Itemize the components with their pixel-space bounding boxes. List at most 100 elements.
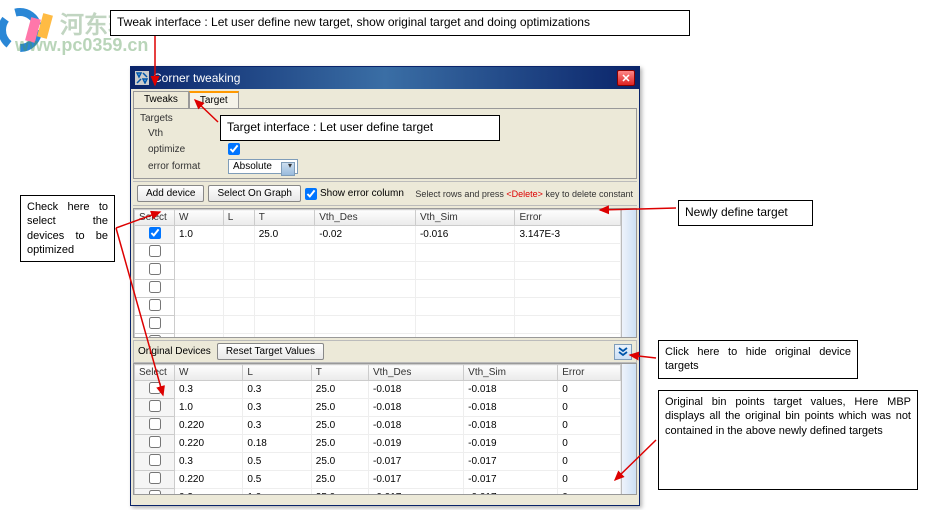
cell-t[interactable]: 25.0 (311, 399, 368, 417)
row-select-checkbox[interactable] (149, 317, 161, 329)
reset-target-values-button[interactable]: Reset Target Values (217, 343, 324, 360)
cell-l[interactable]: 0.5 (243, 471, 311, 489)
col-w[interactable]: W (175, 210, 224, 226)
cell-t[interactable]: 25.0 (311, 453, 368, 471)
cell-w[interactable]: 0.220 (175, 435, 243, 453)
cell-error[interactable]: 0 (558, 471, 621, 489)
cell-l[interactable]: 0.3 (243, 381, 311, 399)
table-row[interactable]: 0.3 0.3 25.0 -0.018 -0.018 0 (135, 381, 621, 399)
table-row[interactable]: 0.220 0.3 25.0 -0.018 -0.018 0 (135, 417, 621, 435)
cell-l[interactable]: 0.18 (243, 435, 311, 453)
show-error-column-checkbox[interactable] (305, 188, 317, 200)
cell-error[interactable]: 3.147E-3 (515, 226, 621, 244)
cell-vthdes[interactable]: -0.018 (368, 381, 463, 399)
orig-table-scrollbar[interactable] (621, 364, 636, 494)
row-select-checkbox[interactable] (149, 490, 161, 494)
cell-vthdes[interactable]: -0.018 (368, 417, 463, 435)
col-error[interactable]: Error (515, 210, 621, 226)
cell-t[interactable]: 25.0 (311, 489, 368, 495)
cell-vthsim[interactable]: -0.018 (464, 381, 558, 399)
cell-error[interactable]: 0 (558, 453, 621, 471)
add-device-button[interactable]: Add device (137, 185, 204, 202)
cell-error[interactable]: 0 (558, 381, 621, 399)
cell-vthsim[interactable]: -0.016 (415, 226, 515, 244)
col-t[interactable]: T (254, 210, 315, 226)
cell-vthsim[interactable]: -0.017 (464, 453, 558, 471)
table-row[interactable]: 0.3 0.5 25.0 -0.017 -0.017 0 (135, 453, 621, 471)
cell-l[interactable]: 1.0 (243, 489, 311, 495)
cell-w[interactable]: 1.0 (175, 226, 224, 244)
row-select-checkbox[interactable] (149, 454, 161, 466)
cell-error[interactable]: 0 (558, 417, 621, 435)
table-row-empty[interactable] (135, 262, 621, 280)
cell-t[interactable]: 25.0 (311, 471, 368, 489)
cell-vthdes[interactable]: -0.019 (368, 435, 463, 453)
cell-vthsim[interactable]: -0.017 (464, 471, 558, 489)
collapse-original-button[interactable] (614, 344, 632, 360)
cell-vthdes[interactable]: -0.02 (315, 226, 416, 244)
row-select-checkbox[interactable] (149, 281, 161, 293)
cell-w[interactable]: 0.3 (175, 489, 243, 495)
cell-t[interactable]: 25.0 (311, 435, 368, 453)
table-row[interactable]: 0.220 0.5 25.0 -0.017 -0.017 0 (135, 471, 621, 489)
cell-vthsim[interactable]: -0.018 (464, 417, 558, 435)
col2-t[interactable]: T (311, 365, 368, 381)
row-select-checkbox[interactable] (149, 418, 161, 430)
titlebar[interactable]: Corner tweaking ✕ (131, 67, 639, 89)
cell-w[interactable]: 0.220 (175, 471, 243, 489)
cell-error[interactable]: 0 (558, 399, 621, 417)
table-row-empty[interactable] (135, 280, 621, 298)
cell-t[interactable]: 25.0 (311, 381, 368, 399)
row-select-checkbox[interactable] (149, 299, 161, 311)
col2-l[interactable]: L (243, 365, 311, 381)
row-select-checkbox[interactable] (149, 227, 161, 239)
cell-l[interactable]: 0.3 (243, 417, 311, 435)
cell-vthsim[interactable]: -0.019 (464, 435, 558, 453)
col-l[interactable]: L (223, 210, 254, 226)
close-button[interactable]: ✕ (617, 70, 635, 86)
cell-l[interactable]: 0.5 (243, 453, 311, 471)
row-select-checkbox[interactable] (149, 245, 161, 257)
row-select-checkbox[interactable] (149, 335, 161, 337)
cell-w[interactable]: 0.3 (175, 381, 243, 399)
col2-vthdes[interactable]: Vth_Des (368, 365, 463, 381)
tab-target[interactable]: Target (189, 91, 239, 108)
cell-l[interactable]: 0.3 (243, 399, 311, 417)
col2-select[interactable]: Select (135, 365, 175, 381)
col2-vthsim[interactable]: Vth_Sim (464, 365, 558, 381)
col2-w[interactable]: W (175, 365, 243, 381)
col-vthsim[interactable]: Vth_Sim (415, 210, 515, 226)
col-select[interactable]: Select (135, 210, 175, 226)
cell-vthdes[interactable]: -0.017 (368, 453, 463, 471)
table-row[interactable]: 1.0 0.3 25.0 -0.018 -0.018 0 (135, 399, 621, 417)
table-row[interactable]: 0.3 1.0 25.0 -0.017 -0.017 0 (135, 489, 621, 495)
table-row-empty[interactable] (135, 298, 621, 316)
cell-w[interactable]: 0.220 (175, 417, 243, 435)
row-select-checkbox[interactable] (149, 436, 161, 448)
cell-vthdes[interactable]: -0.017 (368, 471, 463, 489)
select-on-graph-button[interactable]: Select On Graph (208, 185, 300, 202)
row-select-checkbox[interactable] (149, 263, 161, 275)
table-row[interactable]: 0.220 0.18 25.0 -0.019 -0.019 0 (135, 435, 621, 453)
table-row-empty[interactable] (135, 316, 621, 334)
cell-t[interactable]: 25.0 (311, 417, 368, 435)
col-vthdes[interactable]: Vth_Des (315, 210, 416, 226)
row-select-checkbox[interactable] (149, 472, 161, 484)
row-select-checkbox[interactable] (149, 382, 161, 394)
optimize-checkbox[interactable] (228, 143, 240, 155)
new-table-scrollbar[interactable] (621, 209, 636, 337)
table-row-empty[interactable] (135, 244, 621, 262)
row-select-checkbox[interactable] (149, 400, 161, 412)
cell-vthsim[interactable]: -0.018 (464, 399, 558, 417)
cell-w[interactable]: 0.3 (175, 453, 243, 471)
cell-vthdes[interactable]: -0.018 (368, 399, 463, 417)
table-row[interactable]: 1.0 25.0 -0.02 -0.016 3.147E-3 (135, 226, 621, 244)
table-row-empty[interactable] (135, 334, 621, 338)
col2-error[interactable]: Error (558, 365, 621, 381)
cell-vthdes[interactable]: -0.017 (368, 489, 463, 495)
tab-tweaks[interactable]: Tweaks (133, 91, 189, 108)
cell-w[interactable]: 1.0 (175, 399, 243, 417)
cell-vthsim[interactable]: -0.017 (464, 489, 558, 495)
cell-error[interactable]: 0 (558, 489, 621, 495)
cell-t[interactable]: 25.0 (254, 226, 315, 244)
